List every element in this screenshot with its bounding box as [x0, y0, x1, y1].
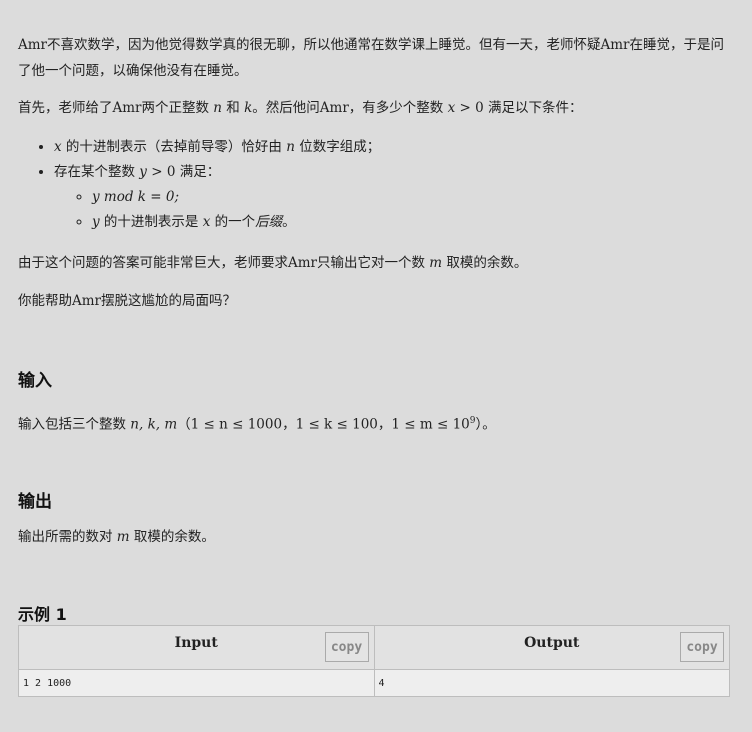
sub-condition-item-2: y 的十进制表示是 x 的一个后缀。	[92, 210, 752, 235]
math-m: m	[116, 529, 130, 545]
sample-data-row: 1 2 1000 4	[18, 669, 730, 697]
sample-input-cell[interactable]: 1 2 1000	[18, 669, 375, 697]
text: 和	[222, 100, 245, 116]
condition-item-2: 存在某个整数 y > 0 满足： y mod k = 0; y 的十进制表示是 …	[54, 160, 752, 235]
text: 。	[282, 214, 296, 230]
statement-paragraph-4: 你能帮助Amr摆脱这尴尬的局面吗？	[18, 293, 237, 309]
problem-statement-page: Amr不喜欢数学，因为他觉得数学真的很无聊，所以他通常在数学课上睡觉。但有一天，…	[0, 0, 752, 732]
condition-item-1: x 的十进制表示（去掉前导零）恰好由 n 位数字组成；	[54, 135, 752, 160]
output-heading: 输出	[18, 492, 52, 512]
math-n: n	[286, 139, 295, 155]
constraints: （1 ≤ n ≤ 1000，1 ≤ k ≤ 100，1 ≤ m ≤ 10	[177, 416, 470, 433]
input-description: 输入包括三个整数 n, k, m（1 ≤ n ≤ 1000，1 ≤ k ≤ 10…	[18, 408, 730, 438]
text: 存在某个整数	[54, 164, 140, 180]
text: 取模的余数。	[442, 255, 528, 271]
emphasis-suffix: 后缀	[255, 214, 283, 230]
text: 取模的余数。	[129, 529, 215, 545]
text: > 0 满足：	[146, 164, 221, 180]
text: 输入包括三个整数	[18, 416, 131, 433]
math-x: x	[54, 139, 62, 155]
text: > 0 满足以下条件：	[455, 100, 583, 116]
sub-condition-list: y mod k = 0; y 的十进制表示是 x 的一个后缀。	[54, 185, 752, 235]
copy-input-button[interactable]: copy	[324, 632, 369, 662]
text: 由于这个问题的答案可能非常巨大，老师要求Amr只输出它对一个数	[18, 255, 430, 271]
text: 的十进制表示（去掉前导零）恰好由	[61, 139, 287, 155]
text: 位数字组成；	[294, 139, 381, 155]
statement-paragraph-3: 由于这个问题的答案可能非常巨大，老师要求Amr只输出它对一个数 m 取模的余数。	[18, 250, 730, 276]
sub-condition-item-1: y mod k = 0;	[92, 185, 752, 210]
math-y: y	[139, 164, 147, 180]
text: 首先，老师给了Amr两个正整数	[18, 100, 214, 116]
math-n: n	[213, 100, 222, 116]
math-m: m	[429, 255, 443, 271]
output-header-label: Output	[524, 635, 580, 651]
statement-paragraph-1: Amr不喜欢数学，因为他觉得数学真的很无聊，所以他通常在数学课上睡觉。但有一天，…	[18, 37, 725, 79]
condition-list: x 的十进制表示（去掉前导零）恰好由 n 位数字组成； 存在某个整数 y > 0…	[18, 135, 752, 235]
text: 。然后他问Amr，有多少个整数	[252, 100, 448, 116]
math-y: y	[92, 214, 100, 230]
sample-heading: 示例 1	[18, 605, 67, 624]
text: 输出所需的数对	[18, 529, 117, 545]
output-description: 输出所需的数对 m 取模的余数。	[18, 524, 730, 550]
text: 的十进制表示是	[99, 214, 203, 230]
input-heading: 输入	[18, 371, 52, 391]
statement-paragraph-2: 首先，老师给了Amr两个正整数 n 和 k。然后他问Amr，有多少个整数 x >…	[18, 95, 730, 121]
text: ）。	[475, 416, 496, 433]
input-header-label: Input	[174, 635, 218, 651]
math-mod-formula: y mod k = 0;	[92, 189, 179, 205]
input-column-header: Input copy	[18, 625, 375, 670]
output-column-header: Output copy	[373, 625, 730, 670]
text: 的一个	[210, 214, 256, 230]
sample-header-row: Input copy Output copy	[18, 625, 730, 670]
copy-output-button[interactable]: copy	[680, 632, 724, 662]
sample-table: Input copy Output copy 1 2 1000 4	[18, 625, 730, 697]
math-vars: n, k, m	[130, 416, 178, 433]
sample-output-cell[interactable]: 4	[373, 669, 730, 697]
